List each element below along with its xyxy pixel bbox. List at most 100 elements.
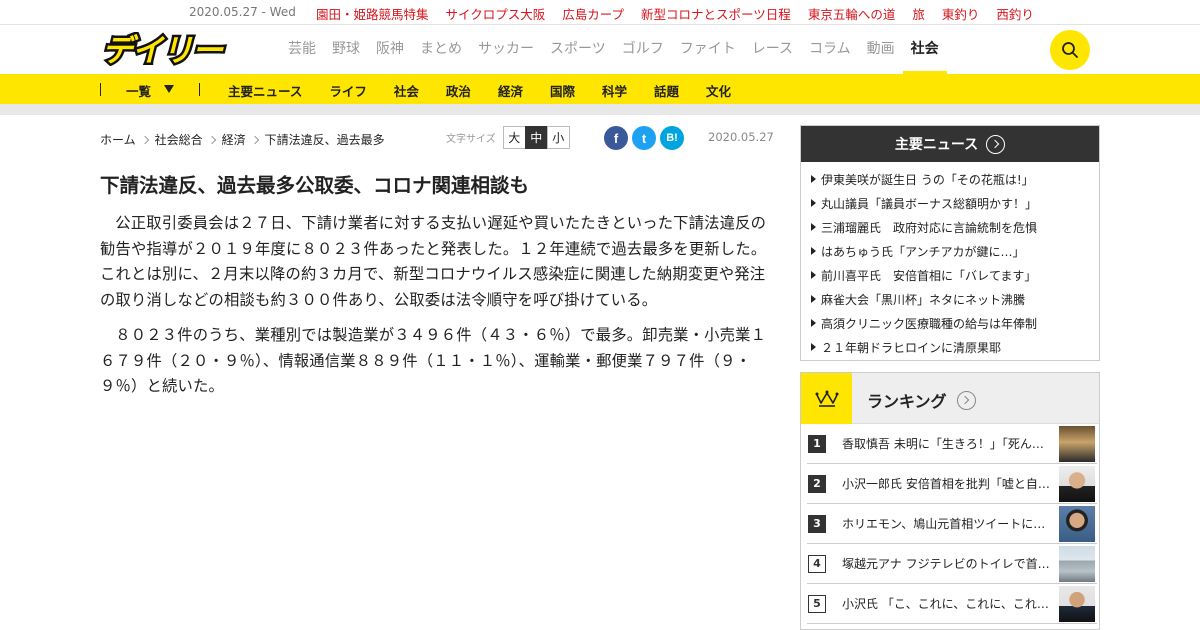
top-link[interactable]: 園田・姫路競馬特集 [316,4,429,23]
article-title: 下請法違反、過去最多公取委、コロナ関連相談も [100,174,530,197]
rank-text: ホリエモン、鳩山元首相ツイートに猛反論 [842,517,1052,531]
share-buttons: f t B! [604,126,684,150]
top-link[interactable]: 東釣り [942,4,980,23]
top-link[interactable]: サイクロプス大阪 [446,4,546,23]
font-size-control: 文字サイズ 大 中 小 [446,126,570,149]
subnav-item[interactable]: 文化 [706,81,731,100]
top-bar: 2020.05.27 - Wed 園田・姫路競馬特集 サイクロプス大阪 広島カー… [0,0,1200,25]
breadcrumb: ホーム 社会総合 経済 下請法違反、過去最多 [100,131,385,148]
category-all-dropdown[interactable]: 一覧 [126,81,151,100]
crown-icon [801,373,852,424]
nav-item-hanshin[interactable]: 阪神 [368,25,412,74]
font-size-medium-button[interactable]: 中 [524,126,548,149]
triangle-right-icon [811,271,816,279]
site-header: デイリー 芸能 野球 阪神 まとめ サッカー スポーツ ゴルフ ファイト レース… [0,25,1200,74]
news-item-text: ２１年朝ドラヒロインに清原果耶 [821,340,1002,355]
news-item[interactable]: ２１年朝ドラヒロインに清原果耶 [811,335,1099,359]
rank-number: 3 [808,514,826,533]
rank-text: 小沢一郎氏 安倍首相を批判「嘘と自己保身」 [842,477,1052,491]
news-item[interactable]: 丸山議員「議員ボーナス総額明かす！」 [811,191,1099,215]
triangle-right-icon [811,175,816,183]
subnav-item[interactable]: 社会 [394,81,419,100]
article-body: 公正取引委員会は２７日、下請け業者に対する支払い遅延や買いたたきといった下請法違… [100,211,770,410]
news-item[interactable]: はあちゅう氏「アンチアカが鍵に…」 [811,239,1099,263]
font-size-large-button[interactable]: 大 [502,126,526,149]
font-size-small-button[interactable]: 小 [546,126,570,149]
top-link[interactable]: 旅 [912,4,925,23]
breadcrumb-shakai[interactable]: 社会総合 [155,131,203,148]
ranking-item[interactable]: 1 香取慎吾 未明に「生きろ！」「死んじゃダメ」 [807,424,1097,464]
breadcrumb-keizai[interactable]: 経済 [222,131,246,148]
triangle-right-icon [811,295,816,303]
top-link[interactable]: 新型コロナとスポーツ日程 [641,4,791,23]
article-paragraph: 公正取引委員会は２７日、下請け業者に対する支払い遅延や買いたたきといった下請法違… [100,214,767,309]
font-size-label: 文字サイズ [446,134,496,145]
rank-text: 香取慎吾 未明に「生きろ！」「死んじゃダメ」 [842,437,1052,451]
subnav-item[interactable]: 国際 [550,81,575,100]
nav-item-race[interactable]: レース [744,25,801,74]
nav-item-sports[interactable]: スポーツ [542,25,614,74]
nav-item-shakai[interactable]: 社会 [902,25,947,74]
top-link[interactable]: 広島カープ [562,4,624,23]
twitter-share-icon[interactable]: t [632,126,656,150]
nav-item-soccer[interactable]: サッカー [470,25,542,74]
ranking-item[interactable]: 4 塚越元アナ フジテレビのトイレで首を… [807,544,1097,584]
nav-item-video[interactable]: 動画 [859,25,903,74]
nav-item-golf[interactable]: ゴルフ [614,25,672,74]
subnav-item[interactable]: 話題 [654,81,679,100]
sub-nav: 一覧 主要ニュース ライフ 社会 政治 経済 国際 科学 話題 文化 [0,74,1200,104]
news-item[interactable]: 三浦瑠麗氏 政府対応に言論統制を危惧 [811,215,1099,239]
subnav-item[interactable]: 主要ニュース [228,81,302,100]
facebook-share-icon[interactable]: f [604,126,628,150]
news-item-text: はあちゅう氏「アンチアカが鍵に…」 [821,244,1025,259]
news-item[interactable]: 前川喜平氏 安倍首相に「バレてます」 [811,263,1099,287]
circle-arrow-icon [956,390,976,410]
main-news-list: 伊東美咲が誕生日 うの「その花瓶は!」 丸山議員「議員ボーナス総額明かす！」 三… [801,162,1099,359]
subnav-item[interactable]: ライフ [329,81,367,100]
subnav-item[interactable]: 政治 [446,81,471,100]
rank-number: 1 [808,434,826,453]
divider [100,83,101,96]
ranking-box: ランキング 1 香取慎吾 未明に「生きろ！」「死んじゃダメ」 2 小沢一郎氏 安… [800,372,1100,630]
nav-item-yakyu[interactable]: 野球 [324,25,368,74]
search-icon [1062,42,1078,58]
current-date: 2020.05.27 - Wed [189,5,296,19]
site-logo[interactable]: デイリー [100,31,240,72]
rank-number: 5 [808,594,826,613]
nav-item-matome[interactable]: まとめ [412,25,470,74]
rank-number: 2 [808,474,826,493]
news-item[interactable]: 麻雀大会「黒川杯」ネタにネット沸騰 [811,287,1099,311]
news-item-text: 高須クリニック医療職種の給与は年俸制 [821,316,1038,331]
ranking-header[interactable]: ランキング [801,373,1099,424]
nav-item-geino[interactable]: 芸能 [280,25,324,74]
ranking-item[interactable]: 5 小沢氏 「こ、これに、これに、これは…」 [807,584,1097,624]
logo-text: デイリー [102,33,224,66]
thumbnail-image [1059,586,1095,622]
search-button[interactable] [1050,30,1090,70]
subnav-item[interactable]: 科学 [602,81,627,100]
nav-item-column[interactable]: コラム [801,25,859,74]
news-item-text: 麻雀大会「黒川杯」ネタにネット沸騰 [821,292,1026,307]
breadcrumb-home[interactable]: ホーム [100,131,136,148]
triangle-right-icon [811,343,816,351]
caret-down-icon[interactable] [164,85,174,93]
main-news-box: 主要ニュース 伊東美咲が誕生日 うの「その花瓶は!」 丸山議員「議員ボーナス総額… [800,125,1100,361]
hatena-bookmark-icon[interactable]: B! [660,126,684,150]
news-item[interactable]: 高須クリニック医療職種の給与は年俸制 [811,311,1099,335]
main-news-header[interactable]: 主要ニュース [801,126,1099,162]
ranking-item[interactable]: 2 小沢一郎氏 安倍首相を批判「嘘と自己保身」 [807,464,1097,504]
ranking-item[interactable]: 3 ホリエモン、鳩山元首相ツイートに猛反論 [807,504,1097,544]
rank-number: 4 [808,554,826,573]
news-item[interactable]: 伊東美咲が誕生日 うの「その花瓶は!」 [811,167,1099,191]
ranking-title: ランキング [867,392,947,411]
logo-graphic: デイリー [100,31,228,72]
triangle-right-icon [811,319,816,327]
main-news-title: 主要ニュース [894,137,979,153]
nav-item-fight[interactable]: ファイト [672,25,744,74]
top-link[interactable]: 東京五輪への道 [808,4,896,23]
subnav-item[interactable]: 経済 [498,81,523,100]
news-item-text: 丸山議員「議員ボーナス総額明かす！」 [821,196,1038,211]
top-link[interactable]: 西釣り [996,4,1034,23]
sub-nav-links: 主要ニュース ライフ 社会 政治 経済 国際 科学 話題 文化 [228,81,731,100]
triangle-right-icon [811,199,816,207]
